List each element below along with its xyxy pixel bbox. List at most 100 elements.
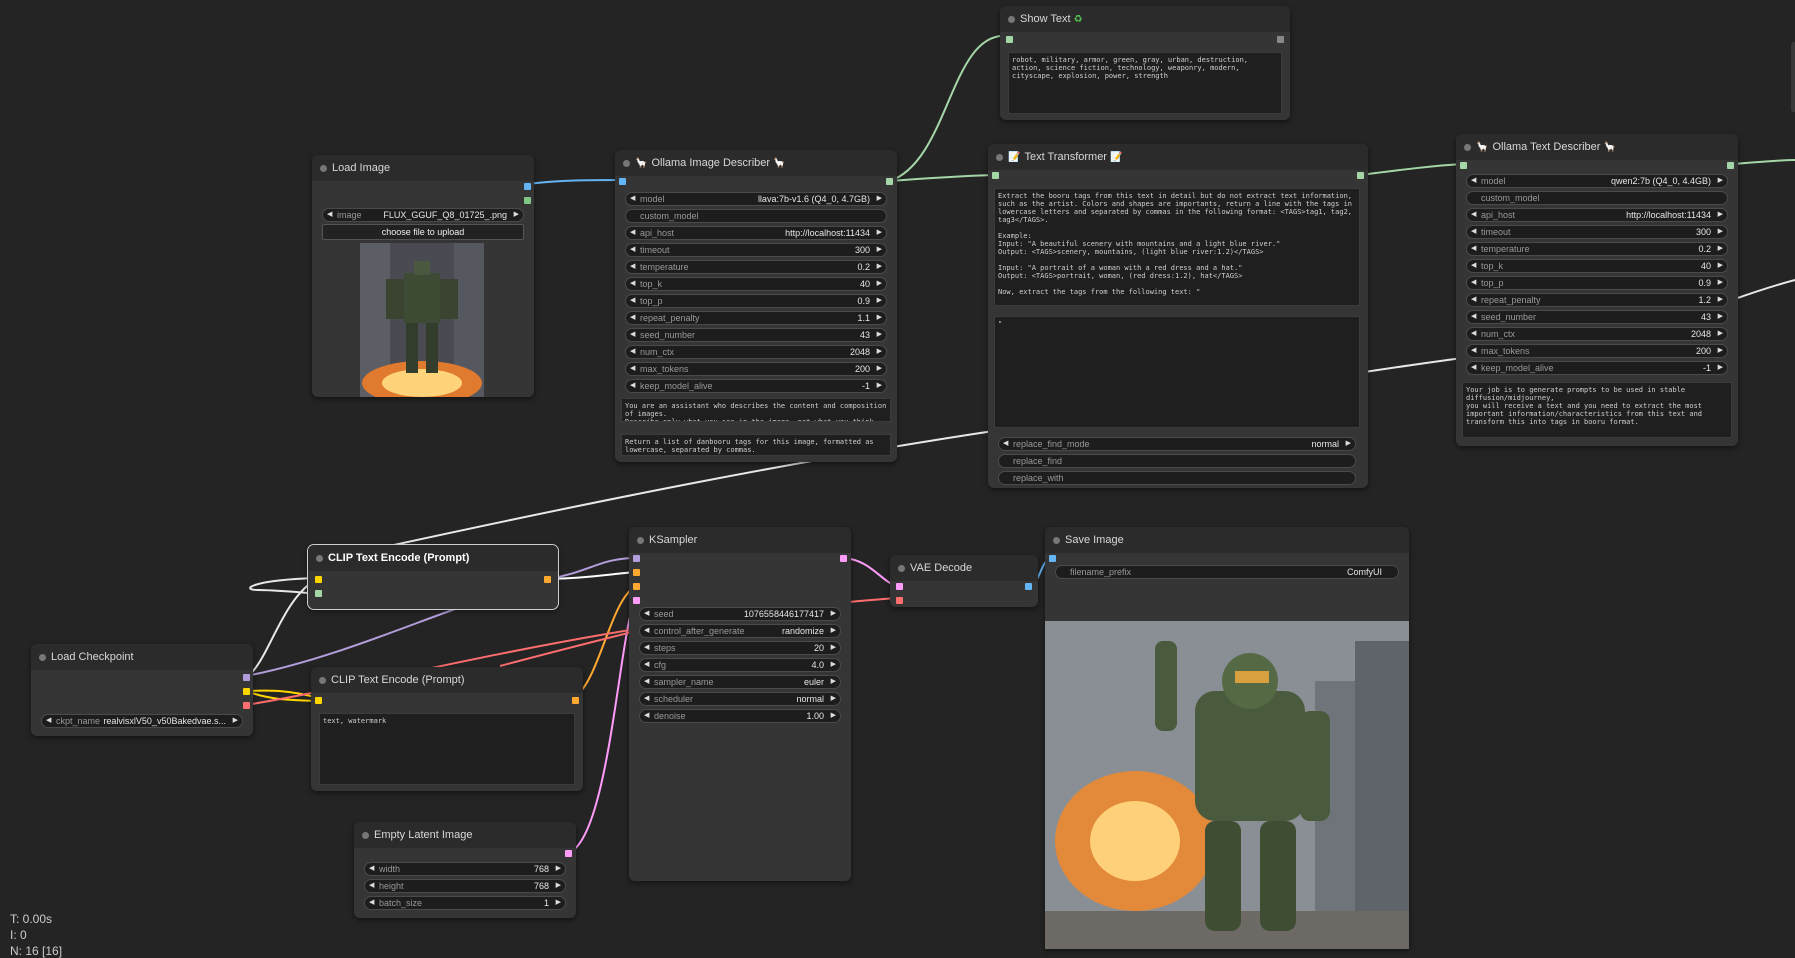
arrow-left-icon[interactable]: ◀ (1471, 345, 1476, 357)
output-vae-port[interactable] (243, 702, 250, 709)
user-prompt[interactable]: Return a list of danbooru tags for this … (621, 434, 891, 456)
arrow-right-icon[interactable]: ▶ (877, 295, 882, 307)
input-port[interactable] (1006, 36, 1013, 43)
arrow-left-icon[interactable]: ◀ (369, 897, 374, 909)
output-port[interactable] (1727, 162, 1734, 169)
widget-max-tokens[interactable]: ◀ max_tokens 200 ▶ (1466, 344, 1728, 358)
widget-top-k[interactable]: ◀ top_k 40 ▶ (1466, 259, 1728, 273)
arrow-right-icon[interactable]: ▶ (1718, 362, 1723, 374)
arrow-right-icon[interactable]: ▶ (877, 278, 882, 290)
widget-repeat-penalty[interactable]: ◀ repeat_penalty 1.2 ▶ (1466, 293, 1728, 307)
input-port[interactable] (992, 172, 999, 179)
input-clip-port[interactable] (315, 576, 322, 583)
node-clip-text-encode-negative[interactable]: CLIP Text Encode (Prompt) text, watermar… (311, 667, 583, 791)
arrow-left-icon[interactable]: ◀ (630, 261, 635, 273)
arrow-right-icon[interactable]: ▶ (514, 209, 519, 221)
output-clip-port[interactable] (243, 688, 250, 695)
widget-replace-find[interactable]: replace_find (998, 454, 1356, 468)
widget-max-tokens[interactable]: ◀ max_tokens 200 ▶ (625, 362, 887, 376)
arrow-right-icon[interactable]: ▶ (1718, 226, 1723, 238)
output-latent-port[interactable] (840, 555, 847, 562)
output-image-port[interactable] (524, 183, 531, 190)
arrow-right-icon[interactable]: ▶ (831, 710, 836, 722)
arrow-left-icon[interactable]: ◀ (1003, 438, 1008, 450)
node-vae-decode[interactable]: VAE Decode (890, 555, 1038, 607)
widget-repeat-penalty[interactable]: ◀ repeat_penalty 1.1 ▶ (625, 311, 887, 325)
widget-top-p[interactable]: ◀ top_p 0.9 ▶ (625, 294, 887, 308)
arrow-left-icon[interactable]: ◀ (630, 346, 635, 358)
widget-batch-size[interactable]: ◀ batch_size 1 ▶ (364, 896, 566, 910)
widget-steps[interactable]: ◀ steps 20 ▶ (639, 641, 841, 655)
widget-scheduler[interactable]: ◀ scheduler normal ▶ (639, 692, 841, 706)
widget-temperature[interactable]: ◀ temperature 0.2 ▶ (1466, 242, 1728, 256)
widget-replace-with[interactable]: replace_with (998, 471, 1356, 485)
arrow-left-icon[interactable]: ◀ (1471, 260, 1476, 272)
arrow-right-icon[interactable]: ▶ (877, 227, 882, 239)
widget-api-host[interactable]: ◀ api_host http://localhost:11434 ▶ (625, 226, 887, 240)
image-selector[interactable]: ◀ image FLUX_GGUF_Q8_01725_.png ▶ (322, 208, 524, 222)
arrow-right-icon[interactable]: ▶ (877, 346, 882, 358)
arrow-left-icon[interactable]: ◀ (630, 329, 635, 341)
arrow-right-icon[interactable]: ▶ (1718, 175, 1723, 187)
input-negative-port[interactable] (633, 583, 640, 590)
widget-seed-number[interactable]: ◀ seed_number 43 ▶ (625, 328, 887, 342)
widget-model[interactable]: ◀ model qwen2:7b (Q4_0, 4.4GB) ▶ (1466, 174, 1728, 188)
arrow-right-icon[interactable]: ▶ (1718, 294, 1723, 306)
widget-replace-find-mode[interactable]: ◀ replace_find_mode normal ▶ (998, 437, 1356, 451)
output-conditioning-port[interactable] (572, 697, 579, 704)
node-show-text[interactable]: Show Text ♻ robot, military, armor, gree… (1000, 6, 1290, 120)
input-image-port[interactable] (619, 178, 626, 185)
arrow-left-icon[interactable]: ◀ (1471, 311, 1476, 323)
arrow-left-icon[interactable]: ◀ (630, 380, 635, 392)
arrow-right-icon[interactable]: ▶ (1718, 311, 1723, 323)
arrow-right-icon[interactable]: ▶ (877, 244, 882, 256)
widget-top-p[interactable]: ◀ top_p 0.9 ▶ (1466, 276, 1728, 290)
arrow-right-icon[interactable]: ▶ (831, 642, 836, 654)
arrow-right-icon[interactable]: ▶ (877, 329, 882, 341)
arrow-left-icon[interactable]: ◀ (644, 625, 649, 637)
arrow-right-icon[interactable]: ▶ (1718, 328, 1723, 340)
arrow-left-icon[interactable]: ◀ (1471, 328, 1476, 340)
arrow-left-icon[interactable]: ◀ (1471, 226, 1476, 238)
arrow-right-icon[interactable]: ▶ (1718, 243, 1723, 255)
arrow-left-icon[interactable]: ◀ (644, 676, 649, 688)
widget-seed[interactable]: ◀ seed 1076558446177417 ▶ (639, 607, 841, 621)
output-port[interactable] (1357, 172, 1364, 179)
arrow-left-icon[interactable]: ◀ (630, 363, 635, 375)
output-latent-port[interactable] (565, 850, 572, 857)
node-save-image[interactable]: Save Image filename_prefix ComfyUI (1045, 527, 1409, 949)
arrow-right-icon[interactable]: ▶ (877, 380, 882, 392)
node-ksampler[interactable]: KSampler ◀ seed 1076558446177417 ▶ ◀ control_… (629, 527, 851, 881)
arrow-left-icon[interactable]: ◀ (630, 312, 635, 324)
arrow-right-icon[interactable]: ▶ (831, 676, 836, 688)
input-images-port[interactable] (1049, 555, 1056, 562)
system-prompt[interactable]: You are an assistant who describes the c… (621, 398, 891, 422)
widget-custom-model[interactable]: custom_model (625, 209, 887, 223)
node-empty-latent-image[interactable]: Empty Latent Image ◀ width 768 ▶ ◀ height 768 ▶… (354, 822, 576, 918)
input-samples-port[interactable] (896, 583, 903, 590)
node-text-transformer[interactable]: 📝 Text Transformer 📝 Extract the booru ta… (988, 144, 1368, 488)
widget-sampler-name[interactable]: ◀ sampler_name euler ▶ (639, 675, 841, 689)
arrow-right-icon[interactable]: ▶ (1718, 260, 1723, 272)
widget-cfg[interactable]: ◀ cfg 4.0 ▶ (639, 658, 841, 672)
arrow-left-icon[interactable]: ◀ (644, 608, 649, 620)
arrow-right-icon[interactable]: ▶ (1718, 277, 1723, 289)
arrow-left-icon[interactable]: ◀ (46, 715, 51, 727)
input-vae-port[interactable] (896, 597, 903, 604)
node-load-image[interactable]: Load Image ◀ image FLUX_GGUF_Q8_01725_.p… (312, 155, 534, 397)
arrow-left-icon[interactable]: ◀ (644, 693, 649, 705)
show-text-output[interactable]: robot, military, armor, green, gray, urb… (1008, 52, 1282, 114)
node-ollama-image-describer[interactable]: 🦙 Ollama Image Describer 🦙 You are an ass… (615, 150, 897, 462)
input-text-port[interactable] (315, 590, 322, 597)
output-string-port[interactable] (886, 178, 893, 185)
arrow-right-icon[interactable]: ▶ (556, 880, 561, 892)
checkpoint-selector[interactable]: ◀ ckpt_name realvisxlV50_v50Bakedvae.s..… (41, 714, 243, 728)
upload-button[interactable]: choose file to upload (322, 224, 524, 240)
widget-custom-model[interactable]: custom_model (1466, 191, 1728, 205)
widget-keep-model-alive[interactable]: ◀ keep_model_alive -1 ▶ (625, 379, 887, 393)
arrow-left-icon[interactable]: ◀ (630, 278, 635, 290)
input-latent-port[interactable] (633, 597, 640, 604)
widget-model[interactable]: ◀ model llava:7b-v1.6 (Q4_0, 4.7GB) ▶ (625, 192, 887, 206)
arrow-left-icon[interactable]: ◀ (327, 209, 332, 221)
arrow-right-icon[interactable]: ▶ (831, 659, 836, 671)
